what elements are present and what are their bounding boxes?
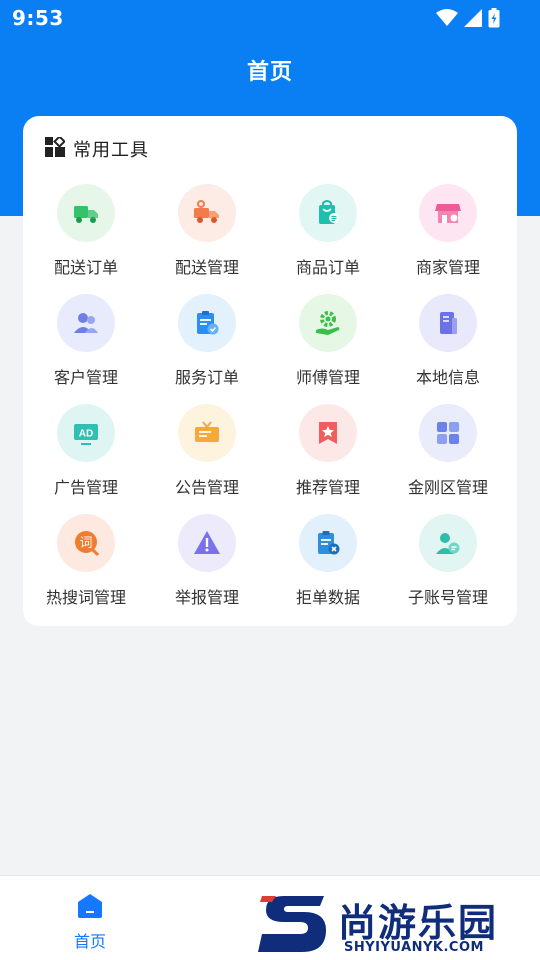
status-time: 9:53 — [12, 6, 64, 30]
tool-rejected-orders-data[interactable]: 拒单数据 — [268, 514, 388, 624]
signal-icon — [464, 9, 482, 31]
ad-board-icon: AD — [57, 404, 115, 462]
status-bar: 9:53 — [0, 0, 540, 36]
tool-notice-management[interactable]: 公告管理 — [147, 404, 267, 514]
tool-label: 举报管理 — [174, 588, 239, 607]
tool-label: 商家管理 — [415, 258, 480, 277]
tool-delivery-management[interactable]: 配送管理 — [147, 184, 267, 294]
card-header: 常用工具 — [45, 135, 149, 162]
svg-text:词: 词 — [79, 536, 92, 551]
recommend-star-icon — [299, 404, 357, 462]
svg-text:AD: AD — [79, 429, 93, 440]
tool-service-orders[interactable]: 服务订单 — [147, 294, 267, 404]
tool-product-orders[interactable]: 商品订单 — [268, 184, 388, 294]
tool-customer-management[interactable]: 客户管理 — [26, 294, 146, 404]
tool-label: 金刚区管理 — [407, 478, 488, 497]
service-clipboard-icon — [178, 294, 236, 352]
common-tools-card: 常用工具 配送订单 配送管理 商品订单 商家管理 客户管理 服务订单 师傅管理 … — [23, 116, 517, 626]
tool-label: 配送订单 — [53, 258, 118, 277]
tool-recommend-management[interactable]: 推荐管理 — [268, 404, 388, 514]
shopping-bag-icon — [299, 184, 357, 242]
tool-ad-management[interactable]: AD 广告管理 — [26, 404, 146, 514]
watermark-text: 尚游乐园 — [338, 901, 499, 945]
grid-blocks-icon — [419, 404, 477, 462]
watermark-subtext: SHYIYUANYK.COM — [344, 940, 484, 955]
notice-board-icon — [178, 404, 236, 462]
tool-label: 公告管理 — [174, 478, 239, 497]
tool-label: 配送管理 — [174, 258, 239, 277]
tool-label: 广告管理 — [53, 478, 118, 497]
battery-icon — [488, 8, 500, 32]
wifi-icon — [436, 9, 458, 31]
tool-jingang-management[interactable]: 金刚区管理 — [388, 404, 508, 514]
delivery-truck-icon — [178, 184, 236, 242]
tool-label: 子账号管理 — [407, 588, 488, 607]
card-title: 常用工具 — [73, 140, 149, 161]
tool-local-info[interactable]: 本地信息 — [388, 294, 508, 404]
tool-master-management[interactable]: 师傅管理 — [268, 294, 388, 404]
storefront-icon — [419, 184, 477, 242]
tool-label: 热搜词管理 — [45, 588, 126, 607]
customers-icon — [57, 294, 115, 352]
tool-label: 服务订单 — [174, 368, 239, 387]
tool-sub-account-management[interactable]: 子账号管理 — [388, 514, 508, 624]
local-doc-icon — [419, 294, 477, 352]
nav-home-tab[interactable]: 首页 — [50, 892, 130, 952]
watermark: 尚游乐园 SHYIYUANYK.COM — [258, 888, 540, 960]
gear-hand-icon — [299, 294, 357, 352]
tools-icon — [45, 135, 66, 161]
page-title: 首页 — [246, 60, 293, 85]
watermark-logo-icon — [258, 892, 330, 960]
tool-merchant-management[interactable]: 商家管理 — [388, 184, 508, 294]
tool-label: 商品订单 — [295, 258, 360, 277]
truck-icon — [57, 184, 115, 242]
nav-home-label: 首页 — [73, 932, 106, 951]
tool-report-management[interactable]: 举报管理 — [147, 514, 267, 624]
tool-delivery-orders[interactable]: 配送订单 — [26, 184, 146, 294]
home-icon — [76, 892, 104, 924]
tool-label: 推荐管理 — [295, 478, 360, 497]
reject-clipboard-icon — [299, 514, 357, 572]
tool-label: 客户管理 — [53, 368, 118, 387]
status-icons — [436, 8, 500, 32]
warning-icon — [178, 514, 236, 572]
tool-label: 拒单数据 — [295, 588, 360, 607]
tool-label: 师傅管理 — [295, 368, 360, 387]
tool-label: 本地信息 — [415, 368, 480, 387]
hot-word-icon: 词 — [57, 514, 115, 572]
sub-account-icon — [419, 514, 477, 572]
tool-hot-words-management[interactable]: 词 热搜词管理 — [26, 514, 146, 624]
